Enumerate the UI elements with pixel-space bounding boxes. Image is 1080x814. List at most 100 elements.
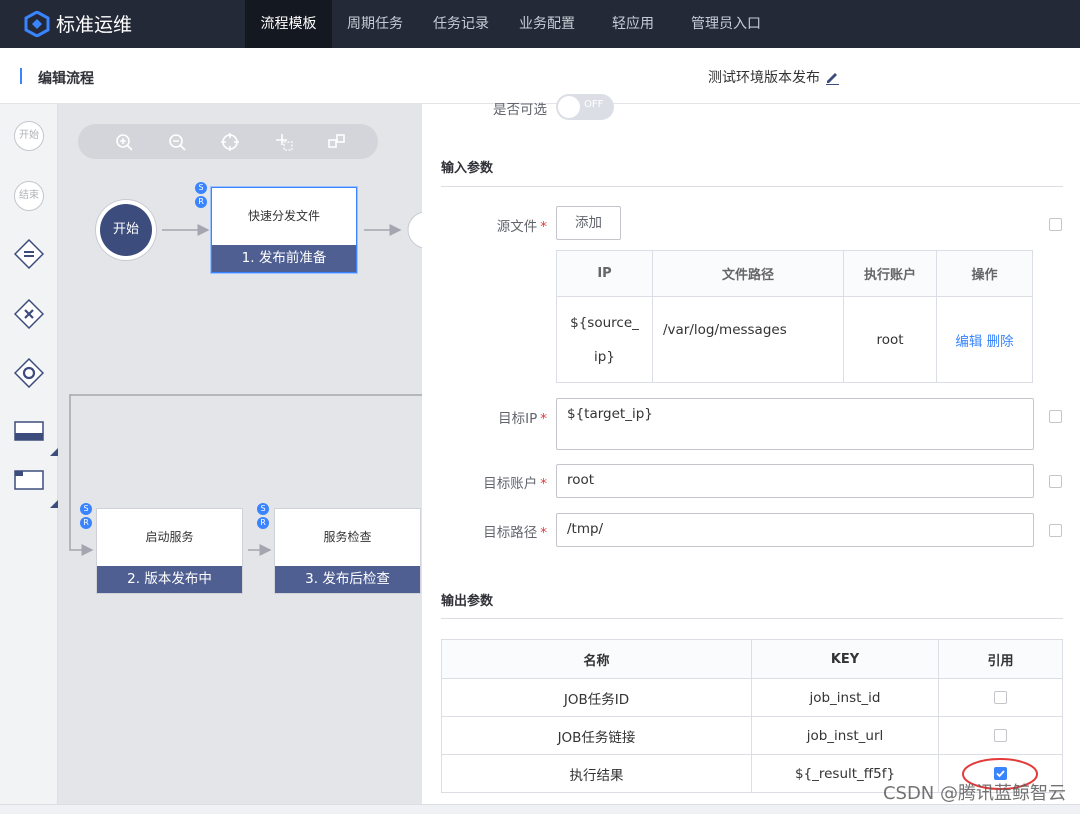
- hook-checkbox[interactable]: [1049, 524, 1062, 537]
- cell-actions: 编辑 删除: [936, 296, 1033, 383]
- reference-checkbox[interactable]: [994, 691, 1007, 704]
- cell-name: JOB任务链接: [441, 716, 752, 755]
- toggle-knob: [558, 96, 580, 118]
- col-header-reference: 引用: [938, 639, 1063, 679]
- add-source-file-button[interactable]: 添加: [556, 206, 621, 240]
- target-account-label-text: 目标账户: [483, 476, 538, 492]
- target-path-input[interactable]: /tmp/: [556, 513, 1034, 547]
- optional-toggle[interactable]: OFF: [556, 94, 614, 120]
- required-mark: *: [540, 476, 547, 492]
- nav-tab-templates[interactable]: 流程模板: [245, 0, 332, 48]
- table-header-row: 名称 KEY 引用: [441, 639, 1063, 679]
- bottom-bar: [0, 804, 1080, 814]
- hook-checkbox[interactable]: [1049, 475, 1062, 488]
- col-header-ip: IP: [556, 250, 653, 297]
- delete-link[interactable]: 删除: [987, 334, 1014, 350]
- retry-badge: R: [257, 517, 269, 529]
- top-nav: 标准运维 流程模板 周期任务 任务记录 业务配置 轻应用 管理员入口: [0, 0, 1080, 48]
- app-title: 标准运维: [56, 14, 133, 36]
- nav-tab-admin[interactable]: 管理员入口: [676, 0, 776, 48]
- cell-key: job_inst_id: [751, 678, 939, 717]
- section-divider: [441, 186, 1063, 187]
- required-mark: *: [540, 411, 547, 427]
- palette-task-node-icon[interactable]: [14, 416, 44, 446]
- table-row: JOB任务ID job_inst_id: [441, 678, 1063, 717]
- skip-badge: S: [80, 503, 92, 515]
- hook-checkbox[interactable]: [1049, 218, 1062, 231]
- palette-converge-gateway-icon[interactable]: [14, 358, 44, 388]
- skip-badge: S: [195, 182, 207, 194]
- skip-badge: S: [257, 503, 269, 515]
- palette-start-node[interactable]: 开始: [14, 121, 44, 151]
- edit-pencil-icon[interactable]: [825, 70, 840, 85]
- source-file-label-text: 源文件: [496, 219, 538, 235]
- task-node[interactable]: 启动服务 2. 版本发布中: [96, 508, 243, 594]
- flow-canvas[interactable]: 开始 S R 快速分发文件 1. 发布前准备 S R 启动服务 2. 版本发布中…: [58, 104, 422, 804]
- flow-name[interactable]: 测试环境版本发布: [708, 67, 840, 87]
- target-account-label: 目标账户 *: [422, 472, 547, 492]
- cell-reference: [938, 678, 1063, 717]
- col-header-account: 执行账户: [843, 250, 937, 297]
- nav-tab-business[interactable]: 业务配置: [504, 0, 590, 48]
- target-path-label: 目标路径 *: [422, 521, 547, 541]
- cell-name: 执行结果: [441, 754, 752, 793]
- target-path-label-text: 目标路径: [483, 525, 538, 541]
- col-header-path: 文件路径: [652, 250, 844, 297]
- target-ip-textarea[interactable]: ${target_ip}: [556, 398, 1034, 450]
- cell-path: /var/log/messages: [652, 296, 844, 383]
- hook-checkbox[interactable]: [1049, 410, 1062, 423]
- source-file-table: IP 文件路径 执行账户 操作 ${source_ip} /var/log/me…: [556, 250, 1033, 383]
- page-title: 编辑流程: [38, 71, 94, 87]
- task-node-name: 快速分发文件: [247, 209, 320, 223]
- cell-reference: [938, 716, 1063, 755]
- task-node-name: 启动服务: [145, 530, 194, 544]
- toggle-text: OFF: [584, 99, 604, 110]
- target-account-input[interactable]: root: [556, 464, 1034, 498]
- title-accent-bar: [20, 68, 22, 84]
- col-header-actions: 操作: [936, 250, 1033, 297]
- required-mark: *: [540, 525, 547, 541]
- app-logo[interactable]: 标准运维: [24, 10, 132, 37]
- retry-badge: R: [80, 517, 92, 529]
- cell-account: root: [843, 296, 937, 383]
- palette-expand-icon[interactable]: [50, 500, 58, 508]
- nav-tab-light-app[interactable]: 轻应用: [590, 0, 676, 48]
- task-node[interactable]: 快速分发文件 1. 发布前准备: [211, 187, 357, 273]
- start-node[interactable]: 开始: [100, 204, 152, 256]
- col-header-key: KEY: [751, 639, 939, 679]
- input-params-title: 输入参数: [441, 161, 494, 176]
- task-node[interactable]: 服务检查 3. 发布后检查: [274, 508, 421, 594]
- required-mark: *: [540, 219, 547, 235]
- watermark: CSDN @腾讯蓝鲸智云: [882, 783, 1066, 804]
- table-header-row: IP 文件路径 执行账户 操作: [556, 250, 1033, 297]
- task-node-name: 服务检查: [323, 530, 372, 544]
- palette-end-node[interactable]: 结束: [14, 181, 44, 211]
- target-ip-label-text: 目标IP: [498, 411, 538, 427]
- nav-tab-periodic[interactable]: 周期任务: [332, 0, 418, 48]
- palette-collapse-icon[interactable]: [50, 448, 58, 456]
- reference-checkbox[interactable]: [994, 729, 1007, 742]
- palette-branch-gateway-icon[interactable]: [14, 299, 44, 329]
- cell-name: JOB任务ID: [441, 678, 752, 717]
- logo-icon: [24, 10, 50, 37]
- target-ip-label: 目标IP *: [422, 407, 547, 427]
- node-config-panel: 是否可选 OFF 输入参数 源文件 * 添加 IP 文件路径 执行账户 操作 ${…: [422, 94, 1080, 804]
- table-row: ${source_ip} /var/log/messages root 编辑 删…: [556, 296, 1033, 383]
- flow-name-text: 测试环境版本发布: [708, 70, 820, 86]
- cell-ip: ${source_ip}: [556, 296, 653, 383]
- col-header-name: 名称: [441, 639, 752, 679]
- node-palette: 开始 结束: [0, 104, 58, 804]
- edit-link[interactable]: 编辑: [955, 334, 982, 350]
- palette-parallel-gateway-icon[interactable]: [14, 239, 44, 269]
- optional-label: 是否可选: [493, 102, 547, 118]
- retry-badge: R: [195, 196, 207, 208]
- task-node-stage: 3. 发布后检查: [275, 566, 420, 593]
- task-node-stage: 2. 版本发布中: [97, 566, 242, 593]
- cell-key: job_inst_url: [751, 716, 939, 755]
- palette-subprocess-node-icon[interactable]: [14, 465, 44, 495]
- table-row: JOB任务链接 job_inst_url: [441, 716, 1063, 755]
- nav-tab-records[interactable]: 任务记录: [418, 0, 504, 48]
- output-params-title: 输出参数: [441, 594, 494, 609]
- sub-header: 编辑流程 测试环境版本发布: [0, 48, 1080, 104]
- source-file-label: 源文件 *: [422, 215, 547, 235]
